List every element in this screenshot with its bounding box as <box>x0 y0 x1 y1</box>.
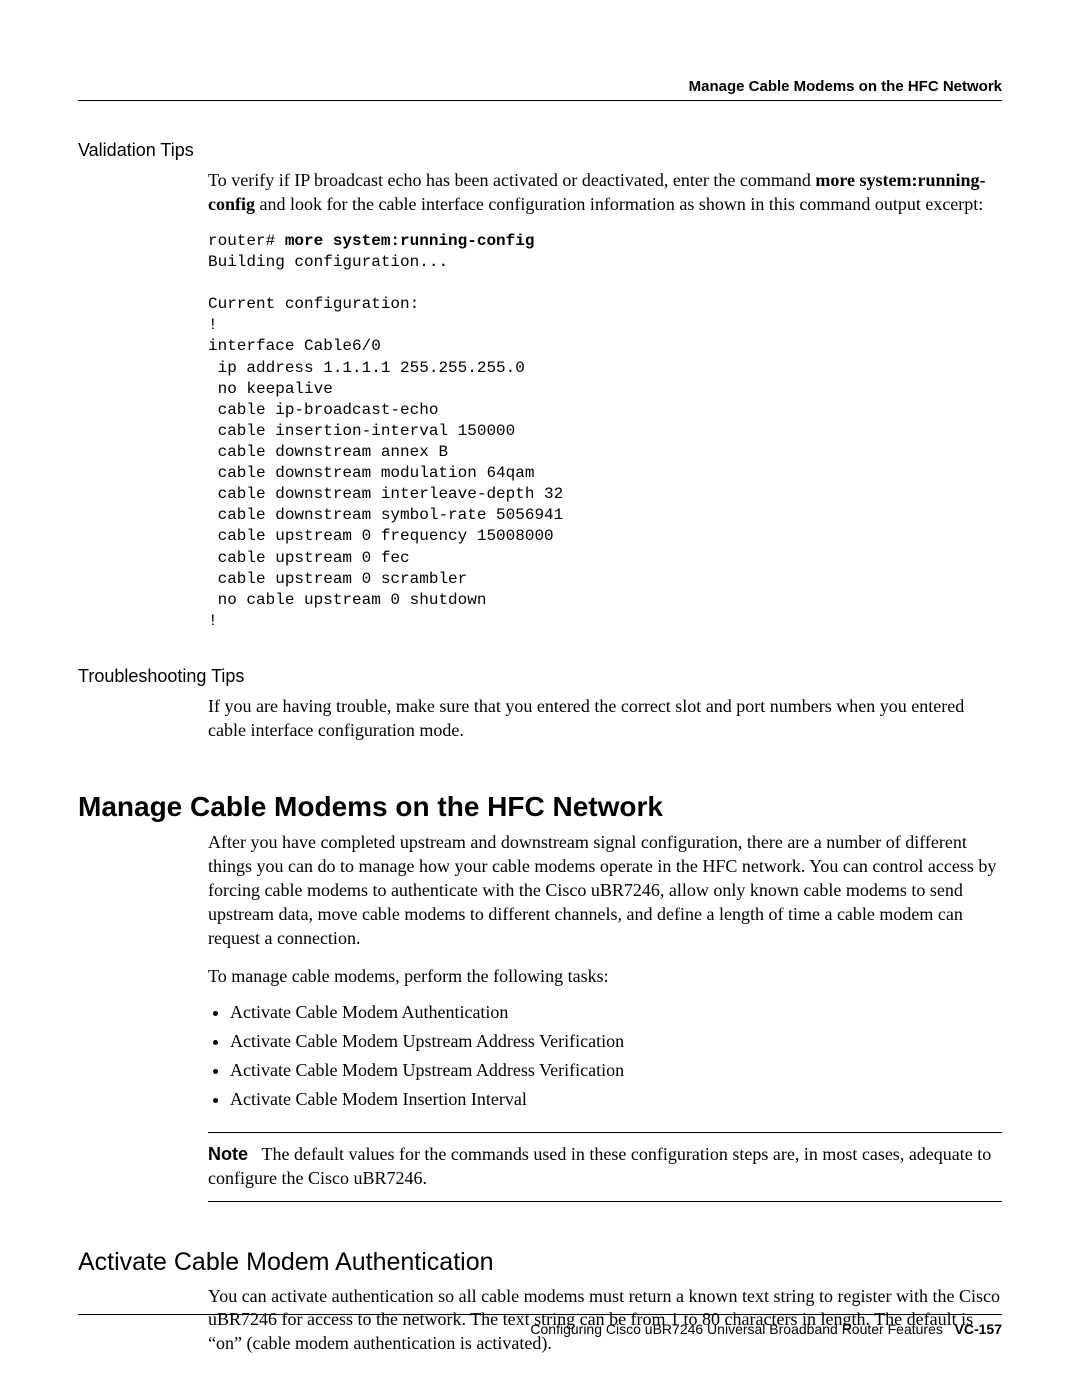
manage-paragraph-1: After you have completed upstream and do… <box>208 831 1002 951</box>
header-rule <box>78 100 1002 101</box>
code-output: Building configuration... Current config… <box>208 253 563 630</box>
footer: Configuring Cisco uBR7246 Universal Broa… <box>78 1314 1002 1337</box>
page: Manage Cable Modems on the HFC Network V… <box>0 0 1080 1397</box>
note-rule-bottom <box>208 1201 1002 1202</box>
note-label: Note <box>208 1144 248 1164</box>
code-prompt: router# <box>208 232 285 250</box>
list-item: Activate Cable Modem Upstream Address Ve… <box>230 1027 1002 1056</box>
text: To verify if IP broadcast echo has been … <box>208 170 815 190</box>
note-sep <box>248 1144 262 1164</box>
list-item: Activate Cable Modem Insertion Interval <box>230 1085 1002 1114</box>
footer-doc-title: Configuring Cisco uBR7246 Universal Broa… <box>530 1321 942 1337</box>
task-list: Activate Cable Modem Authentication Acti… <box>208 998 1002 1113</box>
code-command: more system:running-config <box>285 232 535 250</box>
footer-text: Configuring Cisco uBR7246 Universal Broa… <box>78 1321 1002 1337</box>
text: and look for the cable interface configu… <box>255 194 983 214</box>
heading-manage-cable-modems: Manage Cable Modems on the HFC Network <box>78 791 1002 823</box>
manage-paragraph-2: To manage cable modems, perform the foll… <box>208 965 1002 989</box>
code-block: router# more system:running-config Build… <box>208 231 1002 632</box>
heading-activate-auth: Activate Cable Modem Authentication <box>78 1248 1002 1277</box>
heading-validation-tips: Validation Tips <box>78 140 1002 161</box>
running-header: Manage Cable Modems on the HFC Network <box>689 78 1002 95</box>
note-body: The default values for the commands used… <box>208 1144 991 1188</box>
list-item: Activate Cable Modem Upstream Address Ve… <box>230 1056 1002 1085</box>
list-item: Activate Cable Modem Authentication <box>230 998 1002 1027</box>
note-paragraph: Note The default values for the commands… <box>208 1143 1002 1191</box>
footer-page-number: VC-157 <box>955 1321 1002 1337</box>
validation-paragraph: To verify if IP broadcast echo has been … <box>208 169 1002 217</box>
troubleshooting-paragraph: If you are having trouble, make sure tha… <box>208 695 1002 743</box>
heading-troubleshooting-tips: Troubleshooting Tips <box>78 666 1002 687</box>
footer-rule <box>78 1314 1002 1315</box>
note-rule-top <box>208 1132 1002 1133</box>
